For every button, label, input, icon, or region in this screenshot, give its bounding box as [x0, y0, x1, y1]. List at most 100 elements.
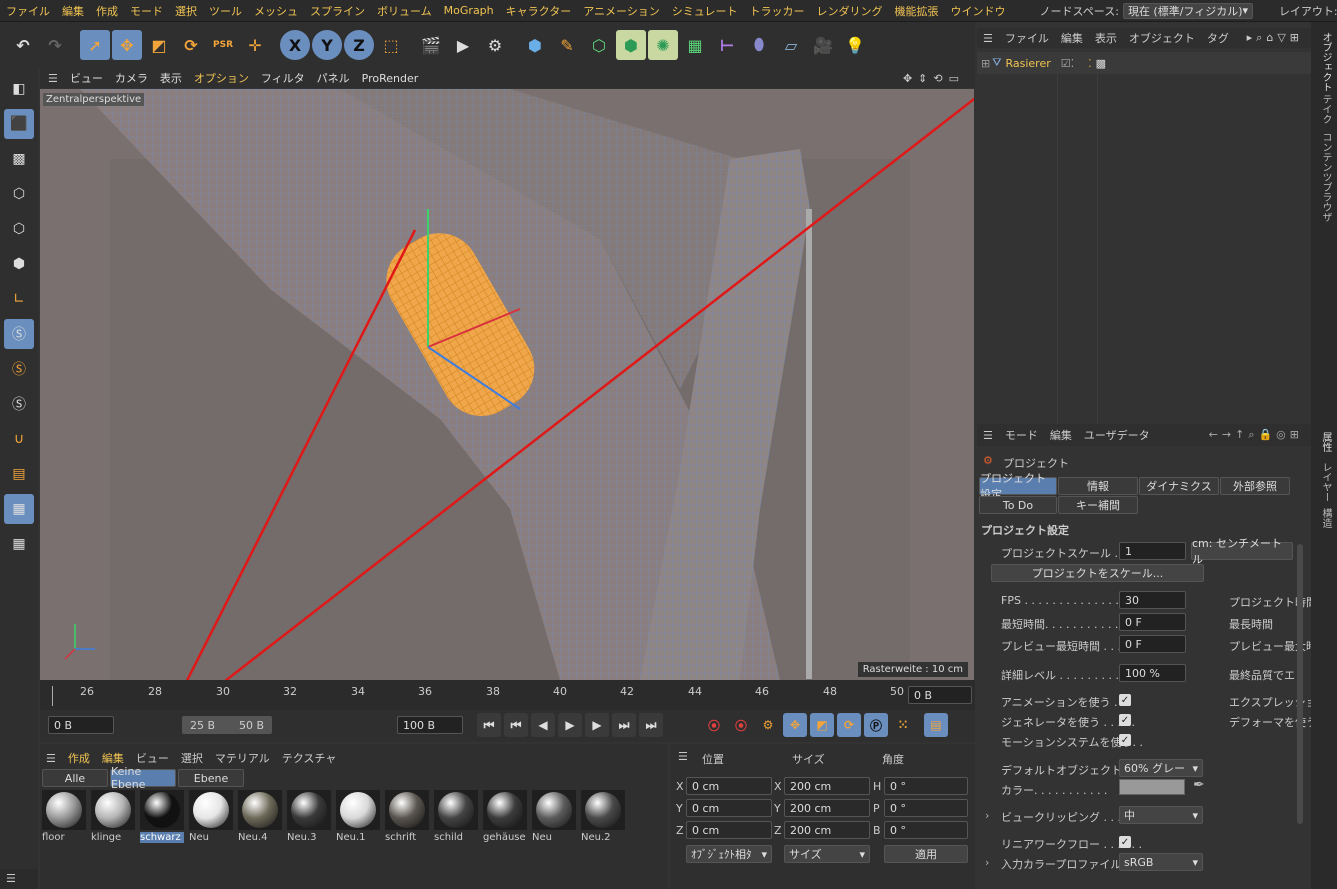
size-mode-dropdown[interactable]: サイズ ▾: [784, 845, 870, 863]
live-selection-button[interactable]: ➚: [80, 30, 110, 60]
current-frame-field[interactable]: 0 B: [908, 686, 972, 704]
node-space-dropdown[interactable]: 現在 (標準/フィジカル) ▾: [1122, 2, 1253, 19]
linear-workflow-checkbox[interactable]: ✓: [1119, 836, 1131, 848]
vp-menu-display[interactable]: 表示: [160, 70, 182, 86]
rotate-tool-button[interactable]: ⟳: [176, 30, 206, 60]
position-y-field[interactable]: 0 cm: [686, 799, 772, 817]
mat-tab-no-layer[interactable]: Keine Ebene: [110, 765, 176, 791]
magnet-button[interactable]: ∪: [4, 424, 34, 454]
fps-field[interactable]: 30: [1119, 591, 1186, 609]
rotation-h-field[interactable]: 0 °: [884, 777, 968, 795]
attr-scrollbar[interactable]: [1297, 544, 1303, 824]
material-item[interactable]: schrift: [385, 790, 429, 848]
eyedropper-icon[interactable]: ✒: [1193, 777, 1205, 793]
tab-content-browser[interactable]: コンテンツブラウザ: [1318, 132, 1333, 222]
prev-key-button[interactable]: ⏮: [504, 713, 528, 737]
rotation-b-field[interactable]: 0 °: [884, 821, 968, 839]
size-z-field[interactable]: 200 cm: [784, 821, 870, 839]
tab-xref[interactable]: 外部参照: [1220, 477, 1290, 495]
preview-range-slider[interactable]: 25 B 50 B: [182, 716, 272, 734]
panel-menu-icon[interactable]: ☰: [678, 750, 688, 763]
scale-tool-button[interactable]: ◩: [144, 30, 174, 60]
material-item[interactable]: schwarz: [140, 790, 184, 848]
cloner-button[interactable]: ✺: [648, 30, 678, 60]
tab-info[interactable]: 情報: [1058, 477, 1138, 495]
project-scale-field[interactable]: 1: [1119, 542, 1186, 560]
render-view-button[interactable]: 🎬: [416, 30, 446, 60]
status-menu-icon[interactable]: ☰: [0, 869, 38, 889]
tab-takes[interactable]: テイク: [1318, 94, 1333, 124]
chevron-right-icon[interactable]: ›: [985, 809, 989, 822]
tab-objects[interactable]: オブジェクト: [1318, 32, 1333, 92]
render-settings-button[interactable]: ⚙: [480, 30, 510, 60]
menu-mode[interactable]: モード: [124, 3, 169, 19]
attr-menu-mode[interactable]: モード: [1005, 427, 1038, 443]
object-toolbar-icons[interactable]: ▸⌕⌂▽⊞: [1247, 31, 1303, 45]
recent-tool-button[interactable]: ✛: [240, 30, 270, 60]
vp-menu-options[interactable]: オプション: [194, 70, 249, 86]
menu-mesh[interactable]: メッシュ: [248, 3, 304, 19]
material-item[interactable]: schild: [434, 790, 478, 848]
extrude-button[interactable]: ⬢: [616, 30, 646, 60]
y-axis-lock-button[interactable]: Y: [312, 30, 342, 60]
camera-button[interactable]: 🎥: [808, 30, 838, 60]
mat-menu-texture[interactable]: テクスチャ: [282, 750, 337, 766]
obj-menu-object[interactable]: オブジェクト: [1129, 30, 1195, 46]
start-frame-field[interactable]: 0 B: [48, 716, 114, 734]
light-button[interactable]: 💡: [840, 30, 870, 60]
use-generators-checkbox[interactable]: ✓: [1119, 714, 1131, 726]
model-mode-button[interactable]: ⬛: [4, 109, 34, 139]
record-scale-button[interactable]: ◩: [810, 713, 834, 737]
record-position-button[interactable]: ✥: [783, 713, 807, 737]
3d-viewport[interactable]: Zentralperspektive Rasterweite : 10 cm: [40, 89, 974, 680]
menu-character[interactable]: キャラクター: [500, 3, 578, 19]
material-tag-icon[interactable]: ⁚: [1088, 57, 1092, 70]
menu-tracker[interactable]: トラッカー: [744, 3, 811, 19]
menu-window[interactable]: ウインドウ: [945, 3, 1012, 19]
record-keys-button[interactable]: ⦿: [702, 713, 726, 737]
material-item[interactable]: Neu.1: [336, 790, 380, 848]
apply-button[interactable]: 適用: [884, 845, 968, 863]
goto-start-button[interactable]: ⏮: [477, 713, 501, 737]
hierarchy-toggle-icon[interactable]: ⊞: [981, 57, 990, 70]
default-color-dropdown[interactable]: 60% グレー ▾: [1119, 759, 1203, 777]
deformer-button[interactable]: ⊢: [712, 30, 742, 60]
position-z-field[interactable]: 0 cm: [686, 821, 772, 839]
texture-mode-button[interactable]: ▩: [4, 144, 34, 174]
color-swatch[interactable]: [1119, 779, 1185, 795]
coordinate-mode-dropdown[interactable]: ｵﾌﾞｼﾞｪｸﾄ相ﾀ ▾: [686, 845, 772, 863]
z-axis-lock-button[interactable]: Z: [344, 30, 374, 60]
material-item[interactable]: Neu: [189, 790, 233, 848]
vp-menu-view[interactable]: ビュー: [70, 70, 103, 86]
polygon-mode-button[interactable]: ⬢: [4, 249, 34, 279]
coordinate-system-button[interactable]: ⬚: [376, 30, 406, 60]
panel-menu-icon[interactable]: ☰: [48, 72, 58, 85]
tab-project-settings[interactable]: プロジェクト設定: [979, 472, 1057, 501]
obj-menu-file[interactable]: ファイル: [1005, 30, 1049, 46]
object-name[interactable]: Rasierer: [1005, 57, 1050, 70]
point-mode-button[interactable]: ⬡: [4, 179, 34, 209]
undo-button[interactable]: ↶: [8, 30, 38, 60]
snap-button[interactable]: Ⓢ: [4, 319, 34, 349]
input-profile-dropdown[interactable]: sRGB ▾: [1119, 853, 1203, 871]
menu-edit[interactable]: 編集: [56, 3, 90, 19]
chevron-right-icon[interactable]: ›: [985, 856, 989, 869]
play-button[interactable]: ▶: [558, 713, 582, 737]
workplane-lock-button[interactable]: ▦: [4, 494, 34, 524]
menu-volume[interactable]: ボリューム: [371, 3, 438, 19]
menu-file[interactable]: ファイル: [0, 3, 56, 19]
tab-todo[interactable]: To Do: [979, 496, 1057, 514]
vp-menu-prorender[interactable]: ProRender: [362, 72, 419, 85]
cube-button[interactable]: ⬢: [520, 30, 550, 60]
scale-unit-dropdown[interactable]: cm: センチメートル: [1191, 537, 1293, 566]
menu-mograph[interactable]: MoGraph: [438, 4, 500, 17]
attr-nav-icons[interactable]: ←→↑⌕🔒◎⊞: [1209, 428, 1303, 442]
vp-menu-camera[interactable]: カメラ: [115, 70, 148, 86]
use-motion-checkbox[interactable]: ✓: [1119, 734, 1131, 746]
psr-button[interactable]: PSR: [208, 30, 238, 60]
visibility-toggle-icon[interactable]: ☑⁚: [1061, 57, 1074, 70]
menu-extensions[interactable]: 機能拡張: [889, 3, 945, 19]
menu-render[interactable]: レンダリング: [811, 3, 889, 19]
view-navigation-icons[interactable]: ✥⇕⟲▭: [903, 72, 965, 85]
min-time-field[interactable]: 0 F: [1119, 613, 1186, 631]
